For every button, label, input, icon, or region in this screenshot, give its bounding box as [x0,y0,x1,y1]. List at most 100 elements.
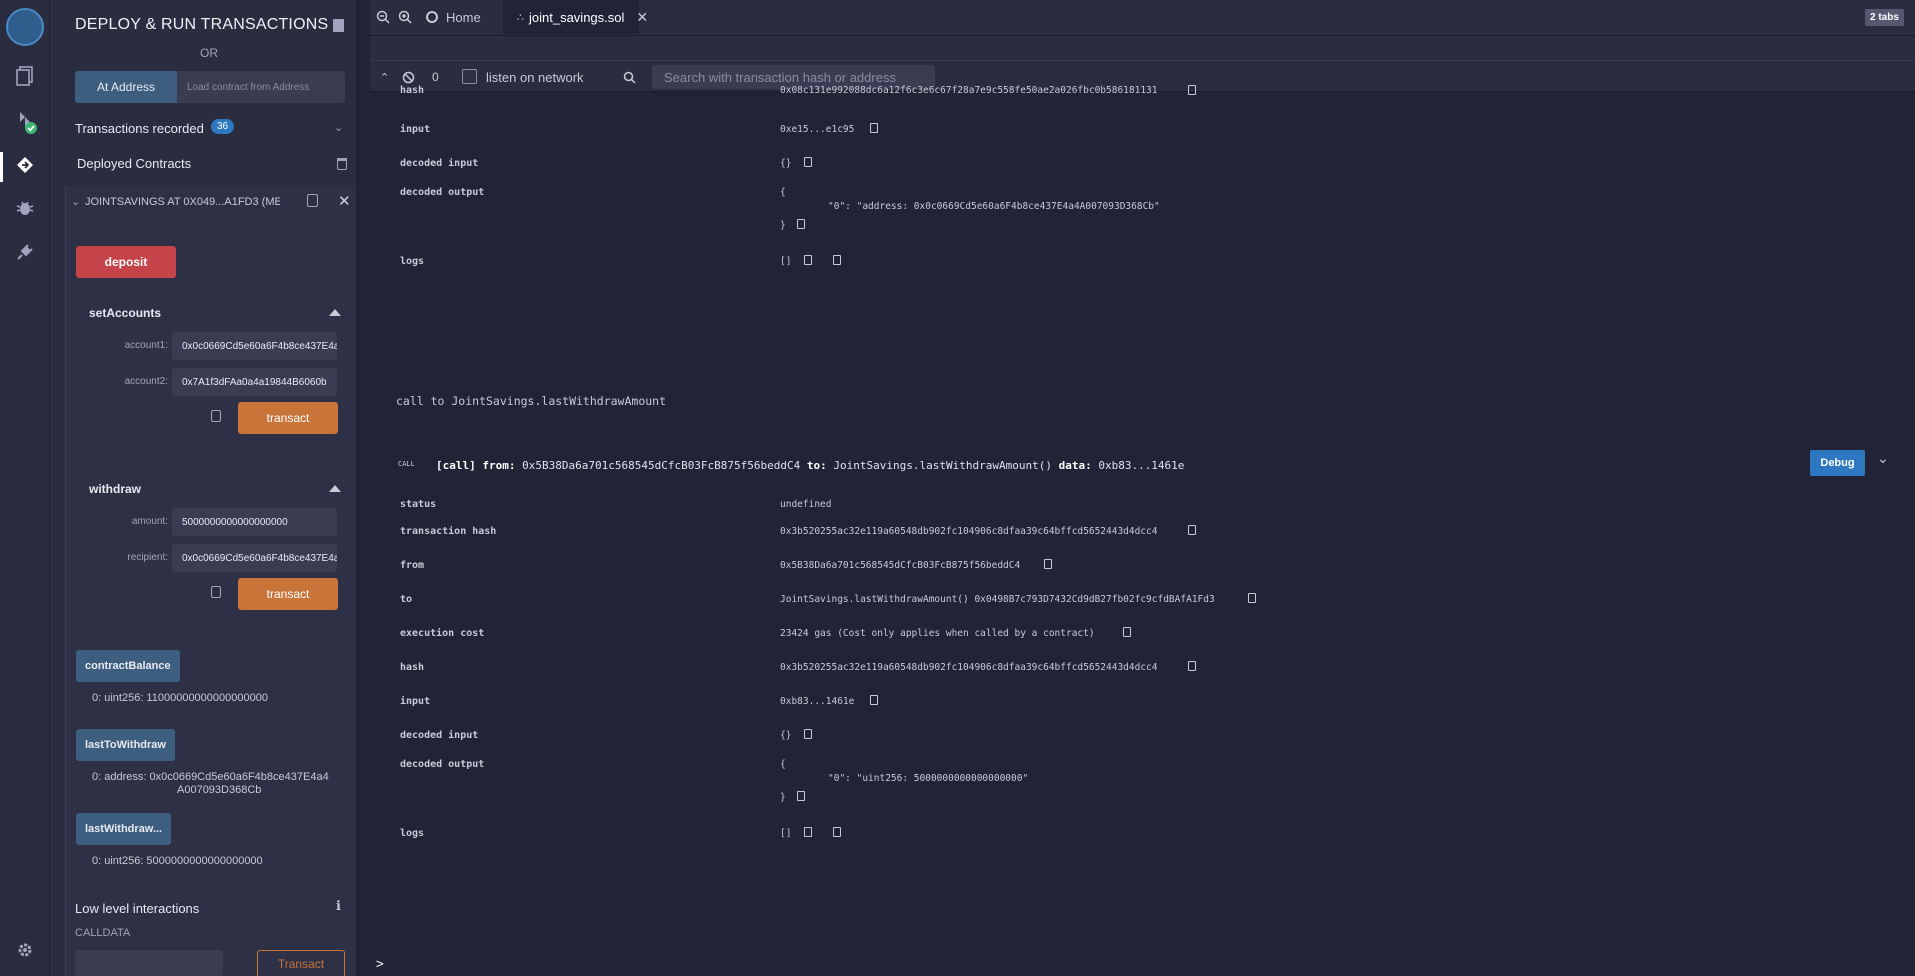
recipient-input[interactable]: 0x0c0669Cd5e60a6F4b8ce437E4a4A007093D368… [172,544,337,572]
or-text: OR [200,46,218,60]
copy-icon[interactable] [307,194,318,207]
input-value: 0xe15...e1c95 [780,124,855,135]
documentation-icon[interactable] [333,19,344,32]
trash-icon[interactable] [337,158,347,170]
transactions-recorded-label[interactable]: Transactions recorded [75,121,204,136]
copy-icon[interactable] [833,255,841,265]
active-indicator [0,152,3,182]
calldata-label: CALLDATA [75,927,131,939]
copy-icon[interactable] [804,157,812,167]
amount-input[interactable]: 5000000000000000000 [172,508,337,536]
chevron-down-icon[interactable]: ⌄ [71,195,80,208]
close-icon[interactable]: ✕ [338,192,351,210]
terminal-output: hash 0x08c131e992088dc6a12f6c3e6c67f28a7… [370,85,1915,952]
plugin-manager-icon[interactable] [13,240,37,264]
withdraw-transact-button[interactable]: transact [238,578,338,610]
copy-calldata-icon[interactable] [211,410,221,422]
tab-home-label: Home [446,9,481,25]
copy-icon[interactable] [1044,559,1052,569]
copy-icon[interactable] [1188,525,1196,535]
settings-icon[interactable] [13,938,37,962]
at-address-button[interactable]: At Address [75,71,177,103]
call-summary[interactable]: [call] from: 0x5B38Da6a701c568545dCfcB03… [436,459,1184,472]
call-from-kw: from: [482,459,516,472]
load-address-input[interactable]: Load contract from Address [177,71,345,103]
copy-icon[interactable] [1248,593,1256,603]
terminal-prompt[interactable]: > [376,952,1915,976]
copy-icon[interactable] [870,695,878,705]
info-icon[interactable]: ℹ [336,898,341,914]
copy-icon[interactable] [804,255,812,265]
double-chevron-up-icon[interactable]: ⌃ [380,61,389,93]
set-accounts-transact-button[interactable]: transact [238,402,338,434]
tab-joint-savings[interactable]: ∴ joint_savings.sol ✕ [503,0,648,34]
deploy-run-icon[interactable] [13,153,37,177]
zoom-in-icon[interactable] [398,0,412,34]
chevron-up-icon[interactable] [329,309,341,316]
decoded-output-line: "0": "address: 0x0c0669Cd5e60a6F4b8ce437… [828,201,1160,212]
calldata-input[interactable] [75,950,223,976]
deployed-contracts-label: Deployed Contracts [77,156,192,171]
decoded-output-close: } [780,220,786,231]
remix-ide: DEPLOY & RUN TRANSACTIONS OR At Address … [0,0,1915,976]
account1-input[interactable]: 0x0c0669Cd5e60a6F4b8ce437E4a4A007093D368… [172,332,337,360]
copy-icon[interactable] [804,827,812,837]
remix-home-icon [426,11,438,23]
copy-icon[interactable] [797,791,805,801]
close-icon[interactable]: ✕ [636,9,648,26]
contract-balance-result: 0: uint256: 11000000000000000000 [92,692,268,704]
chevron-up-icon[interactable] [329,485,341,492]
tabs-count-dropdown[interactable]: 2 tabs [1865,9,1904,26]
chevron-down-icon[interactable]: ⌄ [334,121,343,134]
listen-network-checkbox[interactable] [462,69,477,84]
recipient-label: recipient: [127,552,168,563]
decoded-input-key: decoded input [400,158,479,169]
last-to-withdraw-button[interactable]: lastToWithdraw [76,729,175,761]
copy-calldata-icon[interactable] [211,586,221,598]
copy-icon[interactable] [1123,627,1131,637]
copy-icon[interactable] [1188,661,1196,671]
file-explorer-icon[interactable] [13,64,37,88]
copy-icon[interactable] [833,827,841,837]
input-key: input [400,696,431,707]
editor-area[interactable] [370,36,1915,60]
transactions-count-badge: 36 [211,119,234,134]
withdraw-title: withdraw [89,482,142,496]
panel-title: DEPLOY & RUN TRANSACTIONS [75,16,329,33]
debugger-icon[interactable] [13,196,37,220]
last-withdraw-amount-result: 0: uint256: 5000000000000000000 [92,855,263,867]
decoded-output-line: "0": "uint256: 5000000000000000000" [828,773,1029,784]
contract-balance-button[interactable]: contractBalance [76,650,180,682]
remix-logo-icon[interactable] [6,8,44,46]
call-data: 0xb83...1461e [1098,459,1185,472]
pending-tx-count: 0 [432,70,439,84]
decoded-output-key: decoded output [400,187,485,198]
panel-divider[interactable] [356,0,370,976]
account2-input[interactable]: 0x7A1f3dFAa0a4a19844B6060b [172,368,337,396]
copy-icon[interactable] [1188,85,1196,95]
contract-instance: ⌄ JOINTSAVINGS AT 0X049...A1FD3 (MEMORY)… [65,186,355,976]
instance-title[interactable]: JOINTSAVINGS AT 0X049...A1FD3 (MEMORY) [85,196,280,208]
decoded-input-value: {} [780,158,792,169]
decoded-output-open: { [780,759,786,770]
from-key: from [400,560,425,571]
chevron-down-icon[interactable]: ⌄ [1877,451,1889,467]
solidity-compiler-icon[interactable] [13,110,37,134]
call-tag: CALL [398,460,415,468]
last-withdraw-amount-button[interactable]: lastWithdraw... [76,813,172,845]
low-level-transact-button[interactable]: Transact [257,950,345,976]
debug-button[interactable]: Debug [1810,450,1865,476]
low-level-title: Low level interactions [75,901,200,916]
amount-label: amount: [131,516,168,527]
txhash-value: 0x3b520255ac32e119a60548db902fc104906c8d… [780,526,1158,537]
decoded-input-key: decoded input [400,730,479,741]
tab-home[interactable]: Home [420,0,500,34]
prompt-symbol: > [376,956,384,972]
decoded-output-key: decoded output [400,759,485,770]
status-key: status [400,499,437,510]
copy-icon[interactable] [804,729,812,739]
copy-icon[interactable] [797,219,805,229]
copy-icon[interactable] [870,123,878,133]
zoom-out-icon[interactable] [376,0,390,34]
deposit-button[interactable]: deposit [76,246,176,278]
